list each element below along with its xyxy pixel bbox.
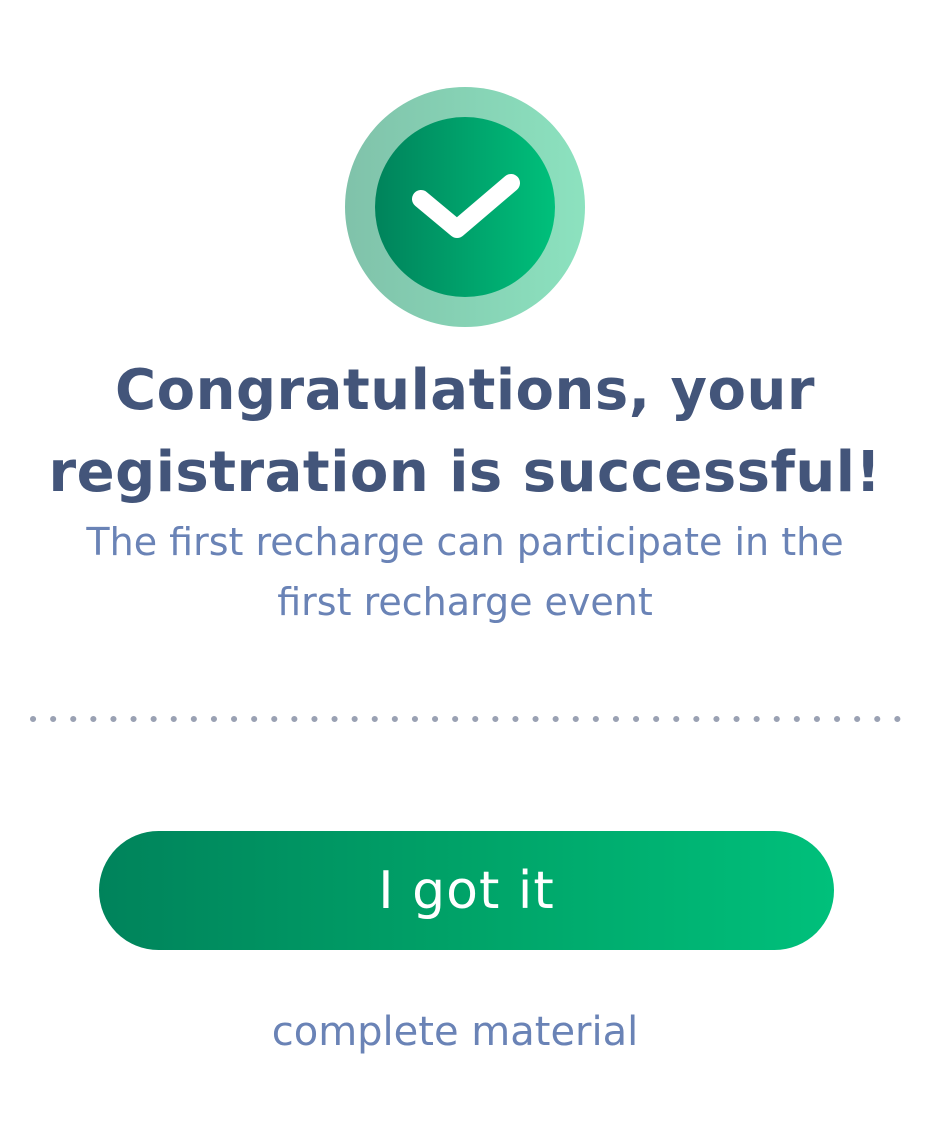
dashed-divider (30, 716, 904, 722)
success-title: Congratulations, your registration is su… (48, 358, 882, 505)
success-check-icon (345, 87, 585, 327)
success-subtitle: The first recharge can participate in th… (86, 520, 844, 624)
got-it-button[interactable]: I got it (99, 831, 834, 950)
registration-success-dialog: Congratulations, your registration is su… (0, 0, 930, 1140)
complete-material-link[interactable]: complete material (200, 1004, 710, 1060)
